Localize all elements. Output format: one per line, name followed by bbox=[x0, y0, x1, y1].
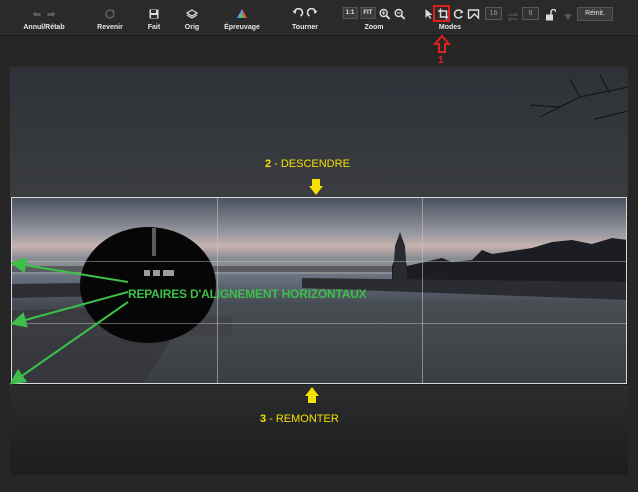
ratio-width-input[interactable]: 16 bbox=[485, 7, 502, 20]
yellow-arrow-down bbox=[309, 179, 323, 195]
rotate-right-icon[interactable] bbox=[306, 7, 319, 19]
step-3-number: 3 bbox=[260, 413, 267, 425]
zoom-fit-button[interactable]: FIT bbox=[360, 7, 376, 19]
red-arrow-up-annotation bbox=[433, 34, 451, 53]
ratio-height-input[interactable]: 9 bbox=[522, 7, 539, 20]
editor-toolbar: Annul/Rétab Revenir Fait Orig Épreuvage … bbox=[0, 0, 638, 36]
original-button[interactable]: Orig bbox=[180, 0, 204, 36]
undo-redo-label: Annul/Rétab bbox=[23, 24, 65, 31]
done-button[interactable]: Fait bbox=[142, 0, 166, 36]
zoom-in-icon[interactable] bbox=[378, 7, 390, 20]
crop-mode-highlight bbox=[433, 5, 450, 22]
swap-icon[interactable] bbox=[507, 9, 519, 22]
chevron-down-icon[interactable] bbox=[563, 9, 575, 21]
alignment-guides-label: REPAIRES D'ALIGNEMENT HORIZONTAUX bbox=[128, 287, 367, 301]
redo-icon[interactable] bbox=[46, 7, 58, 19]
undo-redo-group: Annul/Rétab bbox=[18, 0, 70, 36]
save-icon bbox=[148, 7, 160, 19]
step-3-label: 3- REMONTER bbox=[260, 413, 339, 425]
original-label: Orig bbox=[184, 24, 200, 31]
straighten-icon[interactable] bbox=[453, 7, 465, 19]
modes-label: Modes bbox=[438, 24, 462, 31]
zoom-label: Zoom bbox=[364, 24, 384, 31]
step-2-label: 2- DESCENDRE bbox=[265, 158, 350, 170]
step-2-number: 2 bbox=[265, 158, 272, 170]
rotate-label: Tourner bbox=[292, 24, 318, 31]
zoom-group: 1:1 FIT Zoom bbox=[341, 0, 407, 36]
step-1-number: 1 bbox=[438, 55, 444, 66]
revert-button[interactable]: Revenir bbox=[92, 0, 128, 36]
layers-icon bbox=[185, 7, 199, 19]
zoom-1to1-button[interactable]: 1:1 bbox=[342, 7, 358, 19]
green-arrows-annotation bbox=[10, 257, 129, 385]
undo-icon[interactable] bbox=[31, 7, 43, 19]
color-wheel-icon bbox=[236, 7, 248, 19]
yellow-arrow-up bbox=[305, 387, 319, 403]
rotate-left-icon[interactable] bbox=[292, 7, 304, 19]
step-2-text: - DESCENDRE bbox=[274, 158, 350, 170]
proof-button[interactable]: Épreuvage bbox=[220, 0, 264, 36]
proof-label: Épreuvage bbox=[224, 24, 260, 31]
perspective-icon[interactable] bbox=[467, 7, 480, 20]
reset-button[interactable]: Réinit. bbox=[577, 7, 613, 21]
rotate-group: Tourner bbox=[288, 0, 322, 36]
grid-line-vertical-2 bbox=[422, 198, 423, 383]
done-label: Fait bbox=[147, 24, 161, 31]
step-3-text: - REMONTER bbox=[269, 413, 339, 425]
revert-icon bbox=[104, 7, 116, 19]
zoom-out-icon[interactable] bbox=[393, 7, 405, 20]
modes-group: Modes bbox=[420, 0, 480, 36]
lock-icon[interactable] bbox=[544, 8, 557, 21]
revert-label: Revenir bbox=[97, 24, 123, 31]
